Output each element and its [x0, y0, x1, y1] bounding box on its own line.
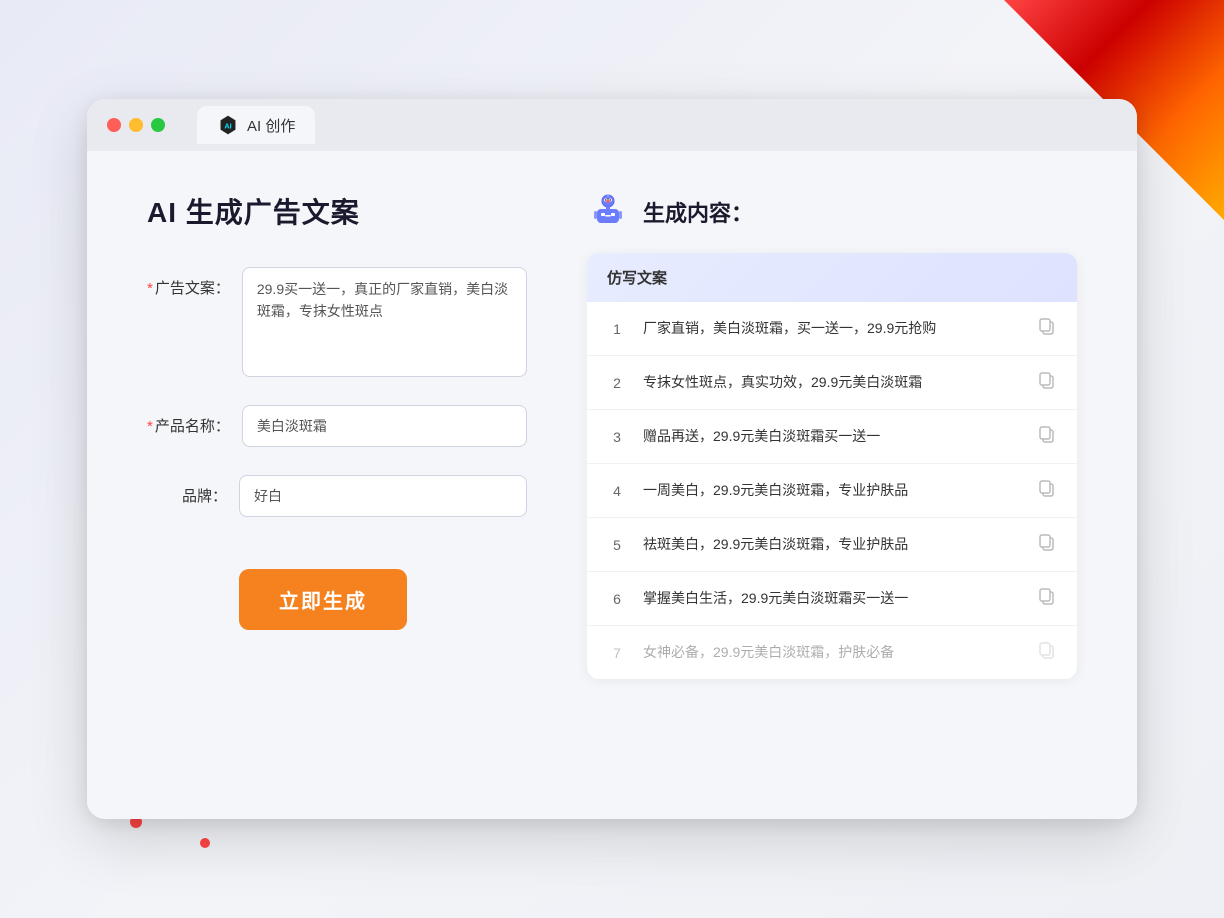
- row-text: 厂家直销，美白淡斑霜，买一送一，29.9元抢购: [643, 318, 1021, 339]
- result-row: 4 一周美白，29.9元美白淡斑霜，专业护肤品: [587, 464, 1077, 518]
- row-number: 1: [607, 321, 627, 337]
- result-rows-container: 1 厂家直销，美白淡斑霜，买一送一，29.9元抢购 2 专抹女性斑点，真实功效，29…: [587, 302, 1077, 679]
- copy-icon[interactable]: [1037, 532, 1057, 557]
- row-text: 一周美白，29.9元美白淡斑霜，专业护肤品: [643, 480, 1021, 501]
- ad-copy-label: *广告文案：: [147, 267, 230, 298]
- row-number: 4: [607, 483, 627, 499]
- tab-label: AI 创作: [247, 115, 295, 136]
- copy-icon[interactable]: [1037, 640, 1057, 665]
- result-header: 生成内容：: [587, 191, 1077, 233]
- traffic-light-green[interactable]: [151, 118, 165, 132]
- left-panel: AI 生成广告文案 *广告文案： *产品名称： 品牌：: [147, 191, 527, 771]
- result-row: 2 专抹女性斑点，真实功效，29.9元美白淡斑霜: [587, 356, 1077, 410]
- page-title: AI 生成广告文案: [147, 191, 527, 231]
- traffic-lights: [107, 118, 165, 132]
- required-star-1: *: [147, 280, 153, 297]
- brand-input[interactable]: [239, 475, 527, 517]
- row-text: 赠品再送，29.9元美白淡斑霜买一送一: [643, 426, 1021, 447]
- copy-icon[interactable]: [1037, 586, 1057, 611]
- copy-icon[interactable]: [1037, 478, 1057, 503]
- browser-tab[interactable]: AI AI 创作: [197, 106, 315, 144]
- result-title: 生成内容：: [643, 196, 753, 228]
- row-number: 6: [607, 591, 627, 607]
- copy-icon[interactable]: [1037, 316, 1057, 341]
- title-bar: AI AI 创作: [87, 99, 1137, 151]
- ai-tab-icon: AI: [217, 114, 239, 136]
- result-row: 7 女神必备，29.9元美白淡斑霜，护肤必备: [587, 626, 1077, 679]
- form-group-ad-copy: *广告文案：: [147, 267, 527, 377]
- result-row: 3 赠品再送，29.9元美白淡斑霜买一送一: [587, 410, 1077, 464]
- copy-icon[interactable]: [1037, 424, 1057, 449]
- result-row: 6 掌握美白生活，29.9元美白淡斑霜买一送一: [587, 572, 1077, 626]
- browser-window: AI AI 创作 AI 生成广告文案 *广告文案： *产品名称：: [87, 99, 1137, 819]
- row-text: 女神必备，29.9元美白淡斑霜，护肤必备: [643, 642, 1021, 663]
- result-table: 仿写文案 1 厂家直销，美白淡斑霜，买一送一，29.9元抢购 2 专抹女性斑点，真实…: [587, 253, 1077, 679]
- form-group-product-name: *产品名称：: [147, 405, 527, 447]
- traffic-light-red[interactable]: [107, 118, 121, 132]
- generate-button[interactable]: 立即生成: [239, 569, 407, 630]
- copy-icon[interactable]: [1037, 370, 1057, 395]
- brand-label: 品牌：: [147, 475, 227, 506]
- right-panel: 生成内容： 仿写文案 1 厂家直销，美白淡斑霜，买一送一，29.9元抢购 2 专抹女…: [587, 191, 1077, 771]
- row-number: 5: [607, 537, 627, 553]
- form-group-brand: 品牌：: [147, 475, 527, 517]
- svg-text:AI: AI: [224, 122, 231, 131]
- robot-icon: [587, 191, 629, 233]
- result-table-header-text: 仿写文案: [607, 270, 667, 287]
- ad-copy-input[interactable]: [242, 267, 527, 377]
- row-number: 2: [607, 375, 627, 391]
- required-star-2: *: [147, 418, 153, 435]
- result-row: 1 厂家直销，美白淡斑霜，买一送一，29.9元抢购: [587, 302, 1077, 356]
- traffic-light-yellow[interactable]: [129, 118, 143, 132]
- result-table-header: 仿写文案: [587, 253, 1077, 302]
- result-row: 5 祛斑美白，29.9元美白淡斑霜，专业护肤品: [587, 518, 1077, 572]
- row-number: 7: [607, 645, 627, 661]
- product-name-label: *产品名称：: [147, 405, 230, 436]
- main-content: AI 生成广告文案 *广告文案： *产品名称： 品牌：: [87, 151, 1137, 811]
- row-text: 专抹女性斑点，真实功效，29.9元美白淡斑霜: [643, 372, 1021, 393]
- row-text: 掌握美白生活，29.9元美白淡斑霜买一送一: [643, 588, 1021, 609]
- bg-dot-2: [200, 838, 210, 848]
- row-number: 3: [607, 429, 627, 445]
- product-name-input[interactable]: [242, 405, 527, 447]
- row-text: 祛斑美白，29.9元美白淡斑霜，专业护肤品: [643, 534, 1021, 555]
